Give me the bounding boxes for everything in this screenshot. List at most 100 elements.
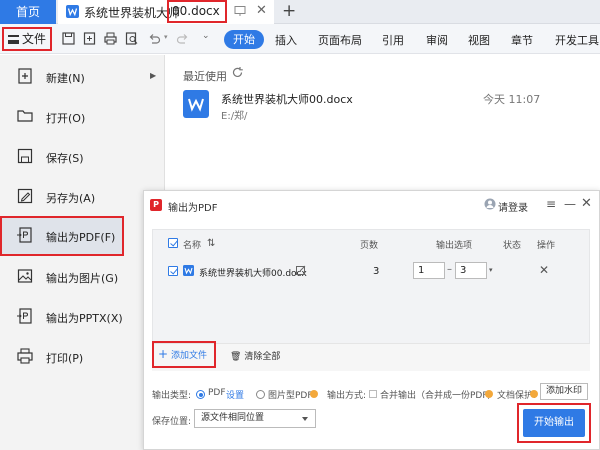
output-options-row: 输出类型: PDF 设置 图片型PDF 输出方式: 合并输出（合并成一份PDF）…: [152, 385, 592, 405]
column-header-pages: 页数: [360, 241, 379, 251]
column-header-output-options: 输出选项: [436, 241, 473, 251]
column-header-action: 操作: [537, 241, 556, 251]
sidebar-item-export-image[interactable]: 输出为图片(G): [0, 257, 165, 297]
select-all-checkbox[interactable]: [168, 238, 178, 248]
range-separator: –: [447, 264, 452, 275]
redo-icon[interactable]: [176, 32, 189, 45]
new-file-icon: [18, 68, 32, 84]
recent-file-time: 今天 11:07: [483, 93, 541, 106]
merge-output-label: 合并输出（合并成一份PDF）: [380, 391, 497, 401]
word-doc-icon: [183, 265, 194, 276]
login-link[interactable]: 请登录: [498, 199, 528, 214]
row-file-name: 系统世界装机大师00.docx: [199, 269, 307, 279]
save-icon: [17, 148, 33, 164]
export-pdf-dialog: P 输出为PDF 请登录 ≡ — ✕ 名称 ⇅ 页数 输出选项 状态 操作 系统…: [143, 190, 600, 450]
open-folder-icon: [17, 110, 33, 122]
sidebar-item-label: 另存为(A): [46, 192, 96, 205]
document-tab-extension: 00.docx: [167, 0, 227, 23]
home-tab[interactable]: 首页: [0, 0, 56, 24]
sidebar-item-export-pdf[interactable]: 输出为PDF(F): [0, 216, 124, 256]
pdf-settings-link[interactable]: 设置: [226, 388, 244, 401]
file-menu-sidebar: 新建(N) ▶ 打开(O) 保存(S) 另存为(A) 输出为PDF(F) 输出为…: [0, 55, 165, 450]
row-page-count: 3: [373, 266, 380, 277]
range-from-input[interactable]: 1: [413, 262, 445, 279]
image-pdf-label: 图片型PDF: [268, 391, 313, 401]
remove-row-icon[interactable]: ✕: [539, 263, 549, 277]
sidebar-item-new[interactable]: 新建(N) ▶: [0, 57, 165, 97]
file-menu-button[interactable]: 文件: [2, 27, 52, 51]
pdf-radio-label: PDF: [208, 388, 226, 398]
image-pdf-radio[interactable]: [256, 390, 265, 399]
row-checkbox[interactable]: [168, 266, 178, 276]
export-pdf-icon: [17, 227, 32, 243]
pdf-radio[interactable]: [196, 390, 205, 399]
sidebar-item-label: 打开(O): [46, 112, 86, 125]
export-doc-icon[interactable]: [83, 32, 96, 45]
print-icon[interactable]: [104, 32, 117, 45]
undo-dropdown-icon[interactable]: ▾: [164, 33, 168, 41]
save-icon[interactable]: [62, 32, 75, 45]
print-preview-icon[interactable]: [125, 32, 138, 45]
tab-developer[interactable]: 开发工具: [555, 32, 599, 48]
vip-coin-icon: [310, 390, 318, 398]
clear-all-button[interactable]: 🗑 清除全部: [230, 349, 280, 362]
tab-view[interactable]: 视图: [468, 32, 490, 48]
sidebar-item-save-as[interactable]: 另存为(A): [0, 177, 165, 217]
close-tab-icon[interactable]: ✕: [256, 3, 267, 18]
add-file-button[interactable]: + 添加文件: [152, 341, 216, 368]
close-icon[interactable]: ✕: [581, 196, 592, 211]
column-header-status: 状态: [503, 241, 522, 251]
menu-icon[interactable]: ≡: [546, 197, 556, 211]
start-export-button[interactable]: 开始输出: [523, 409, 585, 437]
document-tab[interactable]: 系统世界装机大师 00.docx ✕: [58, 0, 274, 24]
minimize-icon[interactable]: —: [564, 197, 576, 211]
save-as-icon: [17, 188, 33, 204]
merge-output-checkbox[interactable]: [369, 390, 377, 398]
range-dropdown-icon[interactable]: ▾: [489, 266, 493, 274]
sort-icon[interactable]: ⇅: [207, 238, 215, 249]
tab-references[interactable]: 引用: [382, 32, 404, 48]
sidebar-item-label: 保存(S): [46, 152, 84, 165]
tab-insert[interactable]: 插入: [275, 32, 297, 48]
monitor-icon[interactable]: [234, 5, 246, 17]
column-header-name: 名称: [183, 241, 202, 251]
pdf-logo-icon: P: [150, 199, 162, 211]
user-avatar-icon[interactable]: [484, 198, 496, 210]
sidebar-item-open[interactable]: 打开(O): [0, 97, 165, 137]
tab-page-layout[interactable]: 页面布局: [318, 32, 362, 48]
new-tab-icon[interactable]: +: [282, 1, 296, 21]
sidebar-item-print[interactable]: 打印(P): [0, 337, 165, 377]
export-pptx-icon: [17, 308, 32, 324]
output-mode-label: 输出方式:: [327, 391, 367, 401]
edit-icon[interactable]: [296, 265, 306, 275]
sidebar-item-label: 输出为PPTX(X): [46, 312, 123, 325]
sidebar-item-label: 新建(N): [46, 72, 85, 85]
sidebar-item-save[interactable]: 保存(S): [0, 137, 165, 177]
tab-start[interactable]: 开始: [224, 30, 264, 49]
word-doc-icon: [66, 5, 79, 18]
tab-chapter[interactable]: 章节: [511, 32, 533, 48]
trash-icon: 🗑: [230, 352, 242, 362]
hamburger-icon: [8, 35, 19, 44]
tab-review[interactable]: 审阅: [426, 32, 448, 48]
recent-file-path: E:/郑/: [221, 111, 248, 122]
undo-icon[interactable]: [148, 32, 161, 45]
range-to-input[interactable]: 3: [455, 262, 487, 279]
add-watermark-button[interactable]: 添加水印: [540, 383, 588, 400]
output-type-label: 输出类型:: [152, 391, 192, 401]
customize-toolbar-icon[interactable]: ⌄: [202, 31, 210, 41]
sidebar-item-export-pptx[interactable]: 输出为PPTX(X): [0, 297, 165, 337]
file-menu-label: 文件: [22, 32, 47, 46]
sidebar-item-label: 输出为PDF(F): [46, 231, 116, 244]
recent-file-name: 系统世界装机大师00.docx: [221, 93, 353, 106]
save-location-label: 保存位置:: [152, 417, 192, 427]
recent-section-title: 最近使用: [183, 70, 227, 83]
plus-icon: +: [158, 347, 169, 361]
add-file-label: 添加文件: [170, 351, 207, 361]
title-bar: 首页 系统世界装机大师 00.docx ✕ +: [0, 0, 600, 24]
recent-file-item[interactable]: 系统世界装机大师00.docx E:/郑/ 今天 11:07: [183, 86, 583, 126]
save-location-select[interactable]: 源文件相同位置: [194, 409, 316, 428]
document-tab-title: 系统世界装机大师: [84, 6, 181, 20]
refresh-icon[interactable]: [231, 66, 244, 79]
word-doc-icon: [183, 90, 209, 118]
